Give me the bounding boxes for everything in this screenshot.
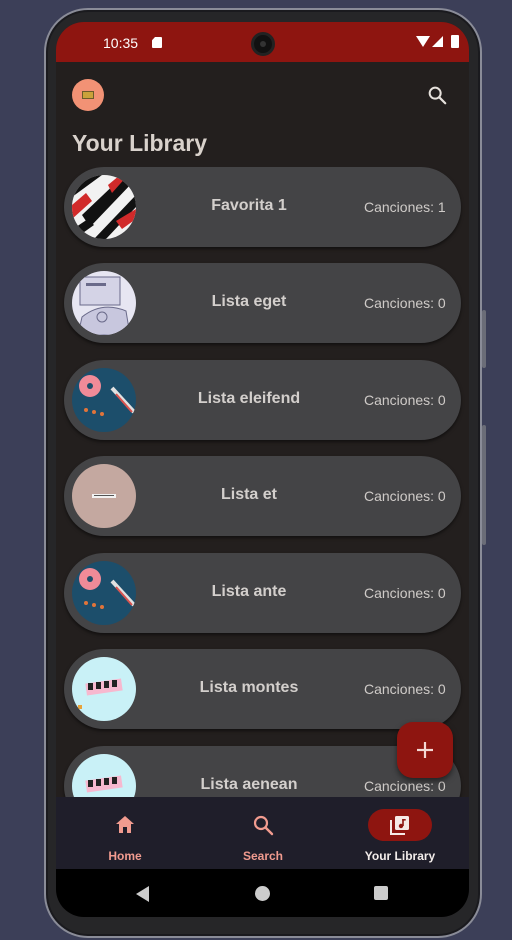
playlist-card[interactable]: Lista ante Canciones: 0 <box>64 553 461 633</box>
status-bar: 10:35 <box>56 22 469 62</box>
song-count: Canciones: 0 <box>364 681 446 697</box>
signal-icon <box>432 36 443 47</box>
nav-search-label: Search <box>242 849 284 863</box>
playlist-name: Lista ante <box>211 583 287 600</box>
song-count: Canciones: 0 <box>364 585 446 601</box>
playlist-card[interactable]: Lista eleifend Canciones: 0 <box>64 360 461 440</box>
turntable-art <box>72 368 136 432</box>
page-title: Your Library <box>72 130 208 156</box>
playlist-card[interactable]: Lista et Canciones: 0 <box>64 456 461 536</box>
search-icon <box>253 815 274 836</box>
pops-art <box>72 754 136 797</box>
nav-home-label: Home <box>108 849 142 863</box>
battery-icon <box>451 35 459 48</box>
plus-icon <box>417 742 433 758</box>
nav-library[interactable]: Your Library <box>331 797 469 869</box>
status-time: 10:35 <box>103 35 139 51</box>
camera-cutout <box>251 32 275 56</box>
song-count: Canciones: 0 <box>364 778 446 794</box>
song-count: Canciones: 0 <box>364 392 446 408</box>
playlist-card[interactable]: Lista eget Canciones: 0 <box>64 263 461 343</box>
library-music-icon <box>390 816 409 835</box>
turntable-art <box>72 561 136 625</box>
back-icon[interactable] <box>136 886 149 902</box>
playlist-name: Lista montes <box>199 679 299 696</box>
playlist-name: Lista eget <box>211 293 287 310</box>
playlist-list: Favorita 1 Canciones: 1 Lista eget Canci… <box>56 167 469 797</box>
sd-card-icon <box>152 37 162 48</box>
app-screen: 10:35 Your Library Favorita 1 Canciones:… <box>56 22 469 917</box>
add-playlist-button[interactable] <box>397 722 453 778</box>
playlist-name: Lista eleifend <box>197 390 301 407</box>
song-count: Canciones: 0 <box>364 488 446 504</box>
bottom-navigation: Home Search Your Library <box>56 797 469 869</box>
playlist-card[interactable]: Favorita 1 Canciones: 1 <box>64 167 461 247</box>
search-icon[interactable] <box>426 84 448 106</box>
playlist-name: Favorita 1 <box>211 197 287 214</box>
sketch-art <box>72 271 136 335</box>
wifi-icon <box>416 36 430 47</box>
beige-art <box>72 464 136 528</box>
pops-art <box>72 657 136 721</box>
home-icon <box>116 816 134 833</box>
playlist-card[interactable]: Lista montes Canciones: 0 <box>64 649 461 729</box>
recents-icon[interactable] <box>374 886 388 900</box>
nav-search[interactable]: Search <box>194 797 332 869</box>
home-circle-icon[interactable] <box>255 886 270 901</box>
stripes-art <box>72 175 136 239</box>
nav-library-label: Your Library <box>364 849 436 863</box>
song-count: Canciones: 1 <box>364 199 446 215</box>
playlist-name: Lista et <box>220 486 277 503</box>
system-navigation-bar <box>56 869 469 917</box>
song-count: Canciones: 0 <box>364 295 446 311</box>
playlist-name: Lista aenean <box>200 776 298 793</box>
nav-home[interactable]: Home <box>56 797 194 869</box>
avatar-icon[interactable] <box>72 79 104 111</box>
